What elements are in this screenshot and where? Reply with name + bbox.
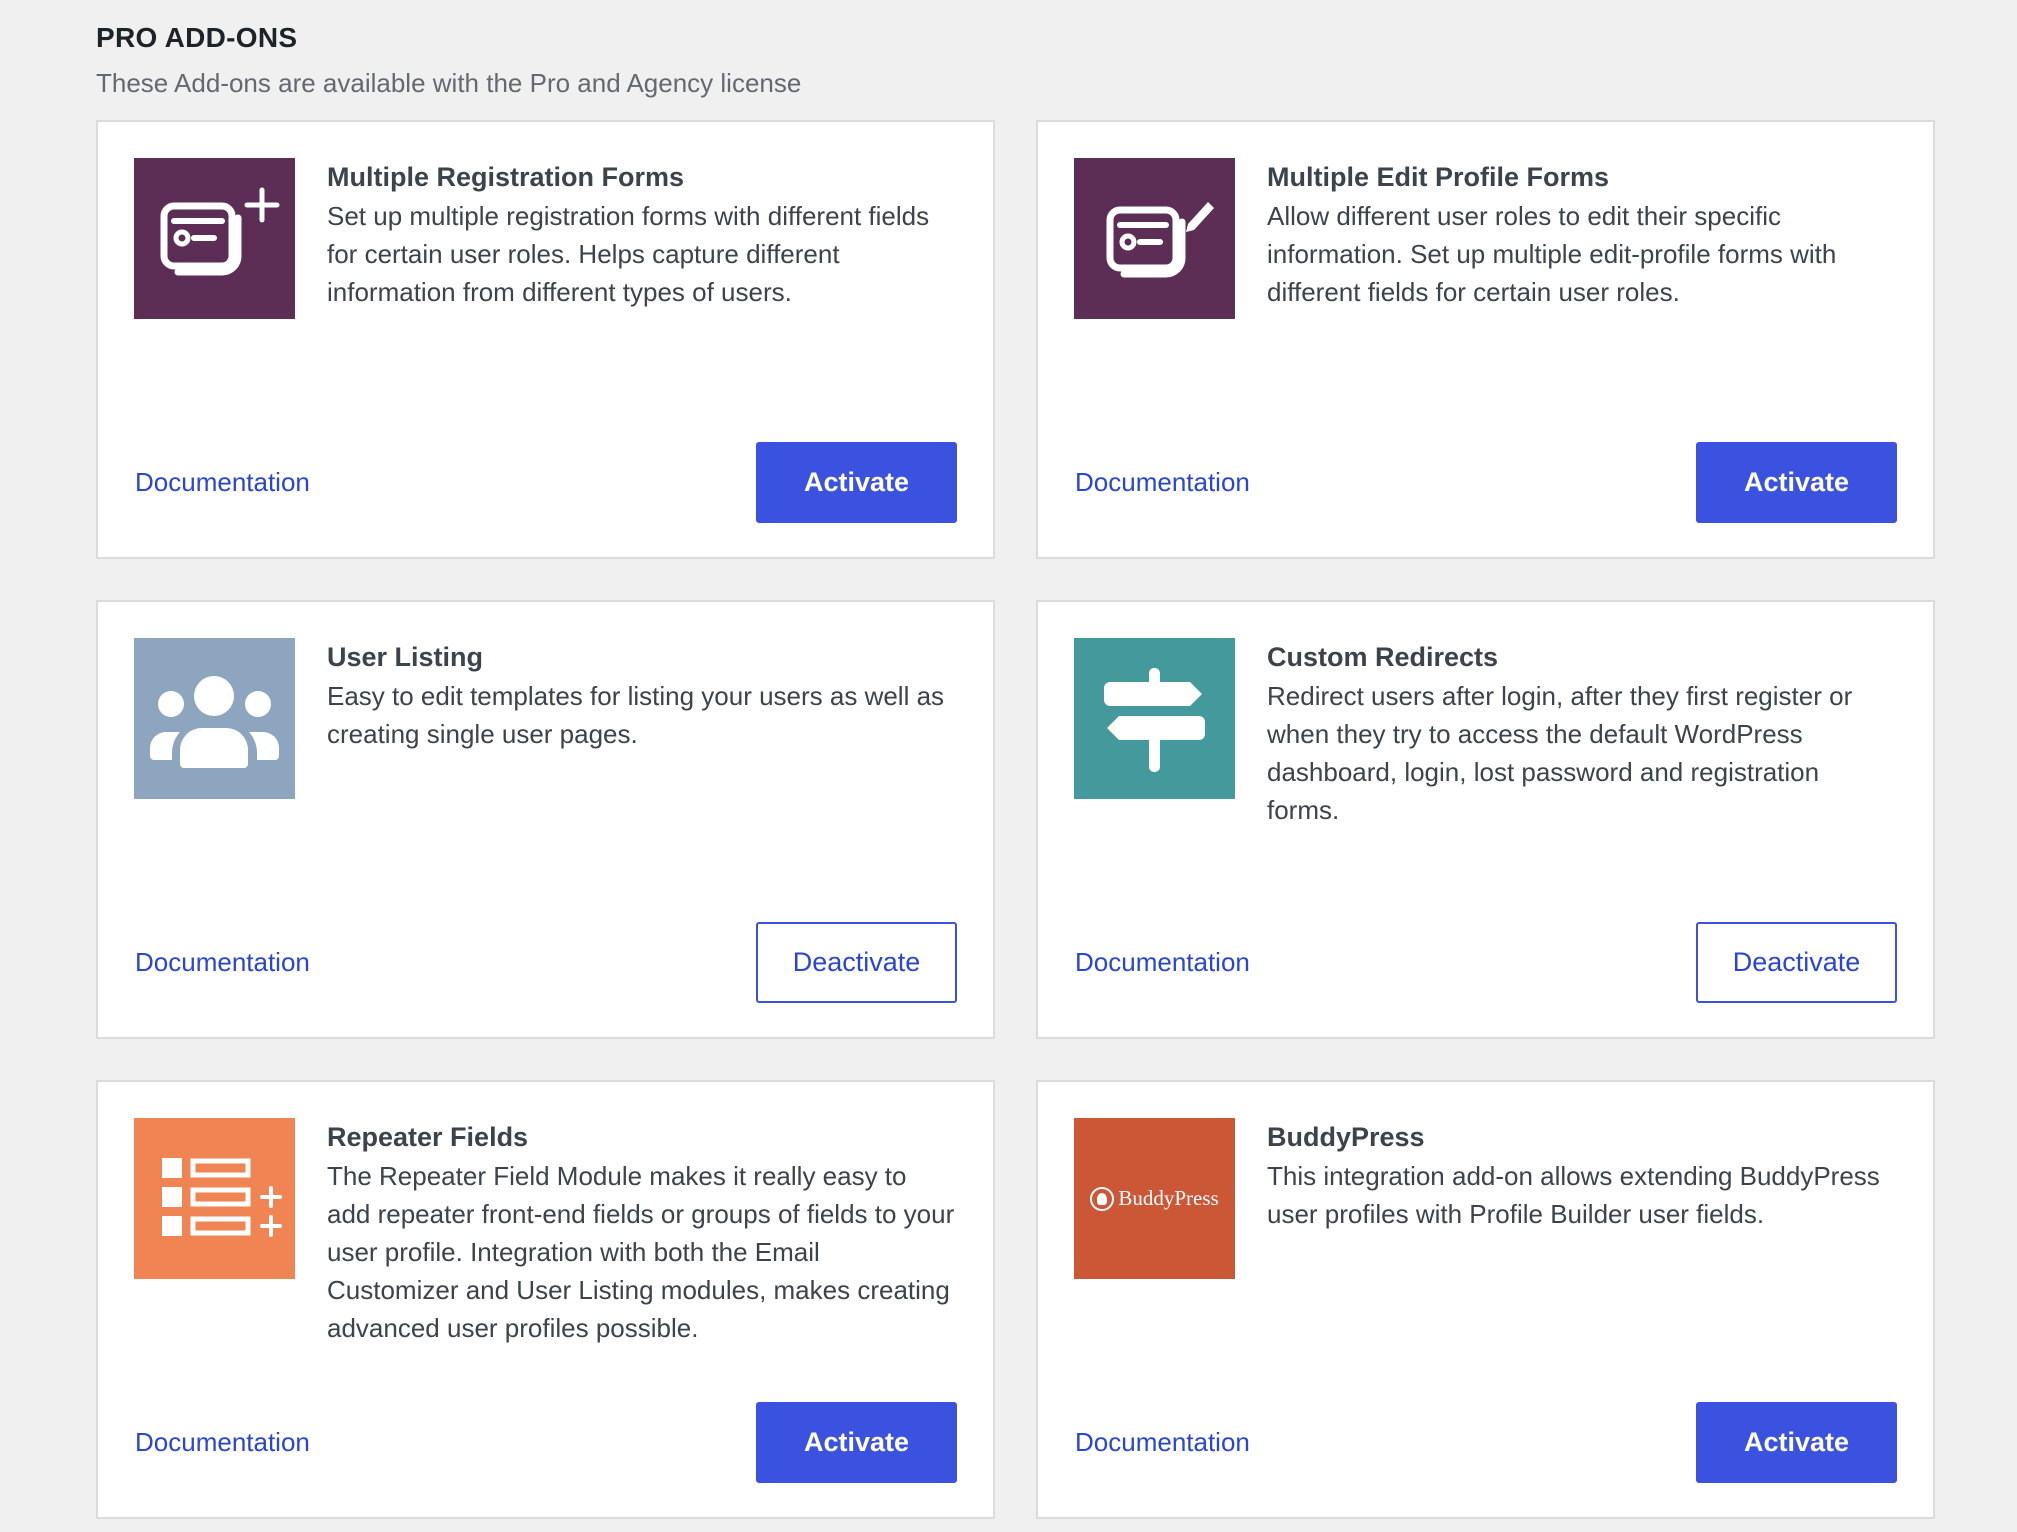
activate-button[interactable]: Activate [756,1402,957,1483]
deactivate-button[interactable]: Deactivate [1696,922,1897,1003]
signpost-icon [1074,638,1235,799]
addon-title: Multiple Edit Profile Forms [1267,162,1610,192]
documentation-link[interactable]: Documentation [1075,1427,1250,1458]
buddypress-mark-icon [1090,1186,1115,1211]
buddypress-logo-text: BuddyPress [1118,1186,1219,1210]
documentation-link[interactable]: Documentation [135,467,310,498]
activate-button[interactable]: Activate [1696,442,1897,523]
addon-description: Redirect users after login, after they f… [1267,681,1853,826]
form-edit-icon [1074,158,1235,319]
documentation-link[interactable]: Documentation [135,1427,310,1458]
addon-title: User Listing [327,642,484,672]
addon-description: Allow different user roles to edit their… [1267,201,1837,308]
addon-card-multiple-edit-profile-forms: Multiple Edit Profile Forms Allow differ… [1036,120,1935,559]
addon-title: Repeater Fields [327,1122,529,1152]
section-title: PRO ADD-ONS [96,22,298,53]
addon-card-buddypress: BuddyPress BuddyPress This integration a… [1036,1080,1935,1519]
documentation-link[interactable]: Documentation [1075,947,1250,978]
repeater-list-icon [134,1118,295,1279]
addon-card-multiple-registration-forms: Multiple Registration Forms Set up multi… [96,120,995,559]
addon-title: Custom Redirects [1267,642,1499,672]
addons-grid: Multiple Registration Forms Set up multi… [96,120,1935,1519]
documentation-link[interactable]: Documentation [1075,467,1250,498]
buddypress-logo-icon: BuddyPress [1074,1118,1235,1279]
users-group-icon [134,638,295,799]
addon-description: Easy to edit templates for listing your … [327,681,945,750]
documentation-link[interactable]: Documentation [135,947,310,978]
addon-description: The Repeater Field Module makes it reall… [327,1161,955,1344]
addon-description: Set up multiple registration forms with … [327,201,930,308]
addon-description: This integration add-on allows extending… [1267,1161,1880,1230]
buddypress-logo: BuddyPress [1090,1186,1219,1211]
activate-button[interactable]: Activate [1696,1402,1897,1483]
form-plus-icon [134,158,295,319]
section-subtitle: These Add-ons are available with the Pro… [96,68,802,98]
addon-card-user-listing: User Listing Easy to edit templates for … [96,600,995,1039]
addon-title: BuddyPress [1267,1122,1425,1152]
addon-card-custom-redirects: Custom Redirects Redirect users after lo… [1036,600,1935,1039]
addon-title: Multiple Registration Forms [327,162,685,192]
deactivate-button[interactable]: Deactivate [756,922,957,1003]
activate-button[interactable]: Activate [756,442,957,523]
addon-card-repeater-fields: Repeater Fields The Repeater Field Modul… [96,1080,995,1519]
